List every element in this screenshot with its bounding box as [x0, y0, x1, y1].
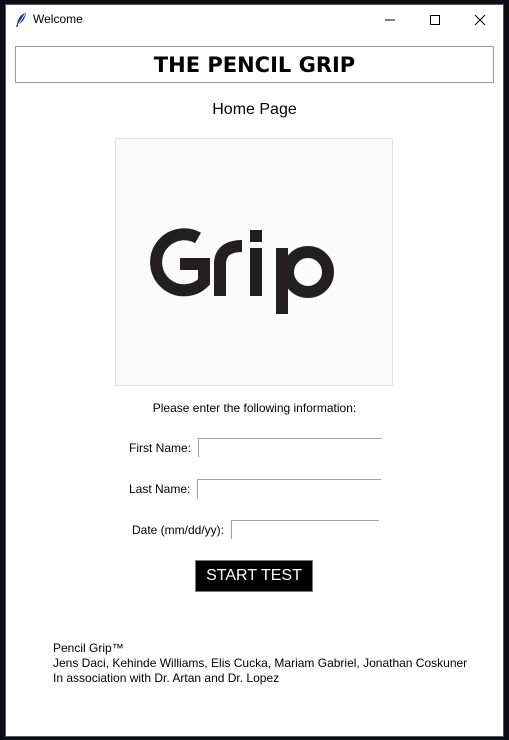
logo-image — [115, 138, 393, 386]
minimize-button[interactable] — [368, 5, 412, 35]
minimize-icon — [384, 11, 396, 30]
last-name-input[interactable] — [197, 479, 381, 498]
date-label: Date (mm/dd/yy): — [132, 523, 225, 537]
last-name-label: Last Name: — [129, 482, 191, 496]
feather-icon — [14, 12, 28, 28]
app-title: THE PENCIL GRIP — [153, 52, 356, 77]
header-banner: THE PENCIL GRIP — [15, 46, 494, 83]
window-title: Welcome — [33, 12, 83, 26]
close-icon — [474, 11, 486, 30]
authors-list: Jens Daci, Kehinde Williams, Elis Cucka,… — [53, 656, 468, 670]
start-test-button[interactable]: START TEST — [195, 560, 313, 592]
page-title: Home Page — [212, 101, 297, 118]
first-name-label: First Name: — [129, 441, 192, 455]
first-name-input[interactable] — [198, 438, 382, 457]
title-bar[interactable]: Welcome — [6, 5, 503, 35]
maximize-icon — [429, 11, 441, 30]
maximize-button[interactable] — [413, 5, 457, 35]
credits-footer: Pencil Grip™ Jens Daci, Kehinde Williams… — [53, 641, 467, 686]
grip-logo — [150, 228, 334, 314]
instruction-text: Please enter the following information: — [152, 401, 357, 415]
product-name: Pencil Grip™ — [53, 641, 124, 655]
close-button[interactable] — [458, 5, 502, 35]
date-input[interactable] — [231, 520, 379, 539]
app-window: Welcome THE PENCIL GRIP Home Page Please… — [5, 4, 504, 737]
association-text: In association with Dr. Artan and Dr. Lo… — [53, 671, 280, 685]
